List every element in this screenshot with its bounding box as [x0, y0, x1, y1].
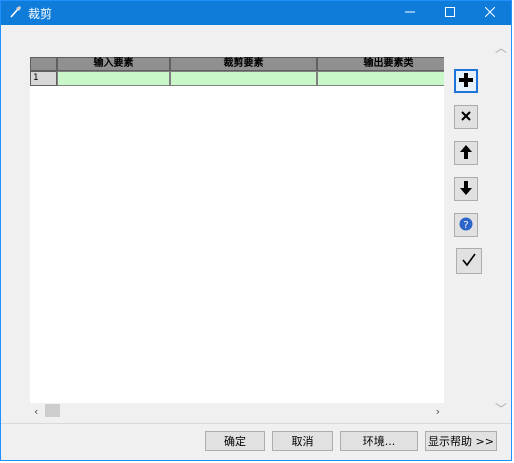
minimize-icon [405, 7, 415, 20]
maximize-icon [445, 6, 455, 20]
cell-clip-features[interactable] [170, 71, 317, 86]
scroll-left-icon[interactable]: ‹ [34, 405, 38, 418]
column-header-input-features[interactable]: 输入要素 [57, 57, 170, 71]
scroll-down-icon[interactable]: ﹀ [495, 400, 507, 417]
svg-text:?: ? [463, 220, 468, 231]
help-icon: ? [459, 217, 473, 234]
delete-row-button[interactable] [454, 105, 478, 129]
row-number[interactable]: 1 [30, 71, 57, 86]
arrow-up-icon [460, 144, 472, 162]
grid-header: 输入要素 裁剪要素 输出要素类 [30, 57, 444, 71]
vertical-scrollbar[interactable]: ︿ ﹀ [491, 39, 507, 417]
scroll-up-icon[interactable]: ︿ [495, 39, 507, 56]
column-header-clip-features[interactable]: 裁剪要素 [170, 57, 317, 71]
show-help-button[interactable]: 显示帮助 >> [425, 431, 497, 451]
checkmark-icon [462, 253, 476, 270]
title-bar[interactable]: 裁剪 [1, 1, 511, 25]
window-title: 裁剪 [28, 7, 53, 21]
cell-output-feature-class[interactable] [317, 71, 444, 86]
grid-corner[interactable] [30, 57, 57, 71]
help-button[interactable]: ? [454, 213, 478, 237]
scroll-thumb[interactable] [45, 404, 60, 417]
minimize-button[interactable] [390, 1, 430, 25]
column-header-output-feature-class[interactable]: 输出要素类 [317, 57, 444, 71]
horizontal-scrollbar[interactable]: ‹ › [30, 403, 444, 419]
batch-grid[interactable]: 输入要素 裁剪要素 输出要素类 1 [30, 57, 444, 419]
clip-tool-icon [8, 5, 22, 19]
dialog-window: 裁剪 ︿ ﹀ 输入要素 裁剪要素 输出要素类 1 ‹ › ? 确定 取消 环境.… [0, 0, 512, 461]
close-icon [484, 6, 496, 20]
cell-input-features[interactable] [57, 71, 170, 86]
move-down-button[interactable] [454, 177, 478, 201]
cancel-button[interactable]: 取消 [272, 431, 333, 451]
table-row[interactable]: 1 [30, 71, 444, 86]
close-icon [461, 110, 471, 124]
ok-button[interactable]: 确定 [205, 431, 265, 451]
arrow-down-icon [460, 180, 472, 198]
add-row-button[interactable] [454, 69, 478, 93]
check-button[interactable] [456, 248, 482, 274]
scroll-right-icon[interactable]: › [436, 405, 440, 418]
plus-icon [459, 72, 473, 90]
maximize-button[interactable] [430, 1, 470, 25]
environments-button[interactable]: 环境... [340, 431, 418, 451]
move-up-button[interactable] [454, 141, 478, 165]
close-button[interactable] [470, 1, 510, 25]
